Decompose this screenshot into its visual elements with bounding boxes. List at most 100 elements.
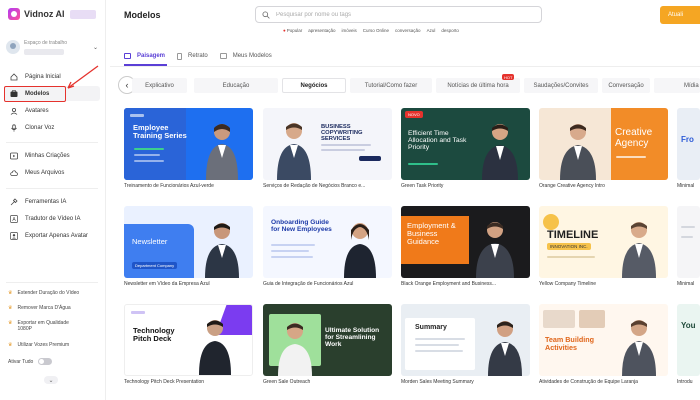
active-tab-underline: [124, 64, 167, 66]
template-caption: Green Sale Outreach: [263, 379, 311, 385]
template-caption: Treinamento de Funcionários Azul-verde: [124, 183, 214, 189]
avatar-presenter: [622, 222, 656, 278]
tag-chip[interactable]: Azul: [427, 28, 436, 33]
avatar-icon: [9, 106, 18, 115]
crown-icon: ♛: [8, 342, 13, 348]
category-conversation[interactable]: Conversação: [602, 78, 650, 93]
collapse-chevron-icon[interactable]: ⌄: [44, 376, 58, 384]
category-breaking-news[interactable]: Notícias de última hora: [436, 78, 520, 93]
tab-my-templates[interactable]: Meus Modelos: [219, 50, 272, 62]
template-thumbnail: Newsletter Department Company: [124, 206, 253, 278]
sidebar-item-my-files[interactable]: Meus Arquivos: [4, 165, 100, 180]
sidebar-item-ai-tools[interactable]: Ferramentas IA: [4, 194, 100, 209]
crown-icon: ♛: [8, 320, 13, 326]
template-caption: Introdu: [677, 379, 693, 385]
crown-icon: ♛: [8, 290, 13, 296]
template-caption: Green Task Priority: [401, 183, 444, 189]
play-icon: [9, 151, 18, 160]
workspace-label: Espaço de trabalho: [24, 39, 68, 46]
tag-chip[interactable]: desporto: [441, 28, 459, 33]
template-card[interactable]: Employment & Business Guidance Black Ora…: [401, 206, 530, 290]
category-media[interactable]: Mídia: [654, 78, 700, 93]
template-thumbnail: Employment & Business Guidance: [401, 206, 530, 278]
export-icon: [9, 231, 18, 240]
home-icon: [9, 72, 18, 81]
template-thumbnail: BUSINESS COPYWRITING SERVICES: [263, 108, 392, 180]
category-education[interactable]: Educação: [194, 78, 278, 93]
popular-tags: ●Popular apresentação imóveis Curso Onli…: [283, 28, 459, 33]
template-caption: Guia de Integração de Funcionários Azul: [263, 281, 354, 287]
template-card[interactable]: Creative Agency Orange Creative Agency I…: [539, 108, 668, 192]
brand[interactable]: Vidnoz AI: [8, 7, 96, 21]
workspace-name-blurred: [24, 48, 64, 55]
tag-chip[interactable]: imóveis: [342, 28, 357, 33]
template-caption: Minimal: [677, 183, 695, 189]
template-card[interactable]: Newsletter Department Company Newsletter…: [124, 206, 253, 290]
template-card[interactable]: BUSINESS COPYWRITING SERVICES Serviços d…: [263, 108, 392, 192]
template-thumbnail: Onboarding Guide for New Employees: [263, 206, 392, 278]
sidebar-item-avatars[interactable]: Avatares: [4, 103, 100, 118]
template-thumbnail: Fro: [677, 108, 700, 180]
avatar-presenter: [560, 124, 596, 180]
template-card[interactable]: TIMELINE INNOVATION INC. Yellow Company …: [539, 206, 668, 290]
template-thumbnail: Technology Pitch Deck: [124, 304, 253, 376]
template-caption: Yellow Company Timeline: [539, 281, 597, 287]
orientation-tabs: Paisagem Retrato Meus Modelos: [124, 50, 284, 62]
search-input[interactable]: [276, 11, 516, 18]
highlight-box: [4, 86, 66, 102]
category-bar: ‹ Explicativo Educação Negócios Tutorial…: [110, 74, 700, 96]
template-card[interactable]: Employee Training Series Treinamento de …: [124, 108, 253, 192]
sidebar-item-label: Meus Arquivos: [25, 169, 65, 176]
workspace-switcher[interactable]: Espaço de trabalho ⌄: [6, 35, 98, 59]
chevron-down-icon: ⌄: [92, 44, 98, 51]
upgrade-button[interactable]: Atuali: [660, 6, 700, 24]
search-bar[interactable]: [255, 6, 542, 23]
template-card[interactable]: Ultimate Solution for Streamlining Work …: [263, 304, 392, 388]
tag-chip[interactable]: Curso Online: [363, 28, 389, 33]
tag-chip[interactable]: apresentação: [308, 28, 335, 33]
portrait-icon: [177, 52, 183, 60]
category-business[interactable]: Negócios: [282, 78, 346, 93]
category-greetings[interactable]: Saudações/Convites: [524, 78, 598, 93]
sidebar-item-label: Exportar Apenas Avatar: [25, 232, 88, 239]
premium-feature-export-1080p[interactable]: ♛ Exportar em Qualidade 1080P: [4, 320, 74, 332]
folder-icon: [219, 53, 227, 59]
sidebar-item-voice-clone[interactable]: Clonar Voz: [4, 120, 100, 135]
brand-name: Vidnoz AI: [24, 9, 65, 19]
tab-portrait[interactable]: Retrato: [177, 50, 208, 62]
workspace-avatar: [6, 40, 20, 54]
tab-landscape[interactable]: Paisagem: [124, 50, 165, 62]
avatar-presenter: [482, 124, 518, 180]
avatar-presenter: [199, 320, 231, 375]
vidnoz-logo-icon: [8, 8, 20, 20]
crown-icon: ♛: [8, 305, 13, 311]
enable-all-toggle[interactable]: [38, 358, 53, 365]
enable-all-row: Ativar Tudo: [8, 358, 53, 365]
premium-feature-remove-watermark[interactable]: ♛ Remover Marca D'Água: [4, 305, 100, 311]
sidebar-item-label: Minhas Criações: [25, 152, 70, 159]
sidebar-item-video-translator[interactable]: A Tradutor de Vídeo IA: [4, 211, 100, 226]
fire-icon: ●: [283, 28, 286, 33]
template-thumbnail: Team Building Activities: [539, 304, 668, 376]
premium-feature-extend-duration[interactable]: ♛ Estender Duração do Vídeo: [4, 290, 100, 296]
translate-icon: A: [9, 214, 18, 223]
template-card[interactable]: Summary Morden Sales Meeting Summary: [401, 304, 530, 388]
voice-icon: [9, 123, 18, 132]
sidebar-item-my-creations[interactable]: Minhas Criações: [4, 148, 100, 163]
category-tutorial[interactable]: Tutorial/Como fazer: [350, 78, 432, 93]
page-title: Modelos: [124, 10, 161, 20]
category-explainer[interactable]: Explicativo: [132, 78, 187, 93]
premium-feature-premium-voices[interactable]: ♛ Utilizar Vozes Premium: [4, 342, 100, 348]
template-card[interactable]: Fro Minimal: [677, 108, 700, 192]
tag-chip[interactable]: conversação: [395, 28, 421, 33]
template-card[interactable]: You Introdu: [677, 304, 700, 388]
sidebar-item-label: Página Inicial: [25, 73, 61, 80]
template-card[interactable]: Minimal: [677, 206, 700, 290]
template-card[interactable]: Technology Pitch Deck Technology Pitch D…: [124, 304, 253, 388]
template-card[interactable]: Onboarding Guide for New Employees Guia …: [263, 206, 392, 290]
sidebar-item-export-avatar[interactable]: Exportar Apenas Avatar: [4, 228, 100, 243]
template-card[interactable]: Team Building Activities Atividades de C…: [539, 304, 668, 388]
template-caption: Atividades de Construção de Equipe Laran…: [539, 379, 638, 385]
template-thumbnail: Summary: [401, 304, 530, 376]
template-card[interactable]: NOVO Efficient Time Allocation and Task …: [401, 108, 530, 192]
